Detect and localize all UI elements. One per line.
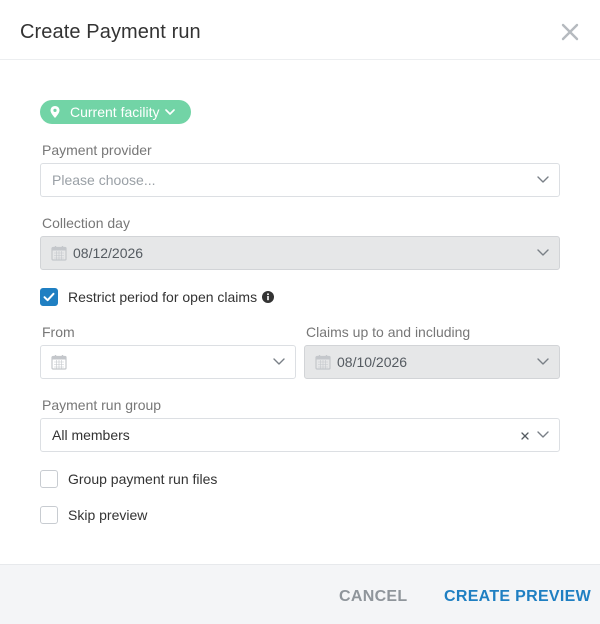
close-icon: [561, 23, 579, 41]
chevron-down-icon: [537, 249, 549, 256]
claims-up-to-field[interactable]: 08/10/2026: [304, 345, 560, 379]
close-button[interactable]: [560, 22, 580, 42]
from-date-field[interactable]: [40, 345, 296, 379]
from-label: From: [42, 324, 75, 340]
location-pin-icon: [50, 106, 60, 118]
info-icon[interactable]: [262, 291, 275, 303]
restrict-period-row: Restrict period for open claims: [40, 288, 275, 306]
skip-preview-checkbox[interactable]: [40, 506, 58, 524]
collection-day-label: Collection day: [42, 215, 130, 231]
facility-selector[interactable]: Current facility: [40, 100, 191, 124]
payment-run-group-label: Payment run group: [42, 397, 162, 413]
skip-preview-label: Skip preview: [68, 507, 148, 523]
facility-label: Current facility: [70, 104, 160, 120]
cancel-button[interactable]: CANCEL: [339, 588, 407, 606]
calendar-icon: [51, 355, 67, 370]
collection-day-value: 08/12/2026: [73, 245, 144, 261]
dialog-footer: CANCEL CREATE PREVIEW: [0, 564, 600, 624]
claims-up-to-value: 08/10/2026: [337, 354, 408, 370]
group-files-checkbox[interactable]: [40, 470, 58, 488]
payment-run-group-select[interactable]: All members: [40, 418, 560, 452]
group-files-row: Group payment run files: [40, 470, 217, 488]
restrict-period-label: Restrict period for open claims: [68, 289, 258, 305]
chevron-down-icon: [165, 108, 176, 115]
calendar-icon: [51, 246, 67, 261]
restrict-period-checkbox[interactable]: [40, 288, 58, 306]
clear-icon[interactable]: [520, 429, 530, 441]
collection-day-field[interactable]: 08/12/2026: [40, 236, 560, 270]
chevron-down-icon: [537, 176, 549, 183]
payment-run-group-value: All members: [52, 427, 130, 443]
calendar-icon: [315, 355, 331, 370]
claims-up-to-label: Claims up to and including: [306, 324, 471, 340]
chevron-down-icon: [537, 358, 549, 365]
chevron-down-icon: [273, 358, 285, 365]
group-files-label: Group payment run files: [68, 471, 218, 487]
chevron-down-icon: [537, 431, 549, 438]
dialog-title: Create Payment run: [20, 21, 201, 43]
skip-preview-row: Skip preview: [40, 506, 147, 524]
dialog-header: Create Payment run: [0, 0, 600, 60]
payment-provider-label: Payment provider: [42, 142, 152, 158]
payment-provider-placeholder: Please choose...: [52, 172, 156, 188]
checkmark-icon: [43, 292, 55, 302]
payment-provider-select[interactable]: Please choose...: [40, 163, 560, 197]
create-preview-button[interactable]: CREATE PREVIEW: [444, 588, 591, 606]
